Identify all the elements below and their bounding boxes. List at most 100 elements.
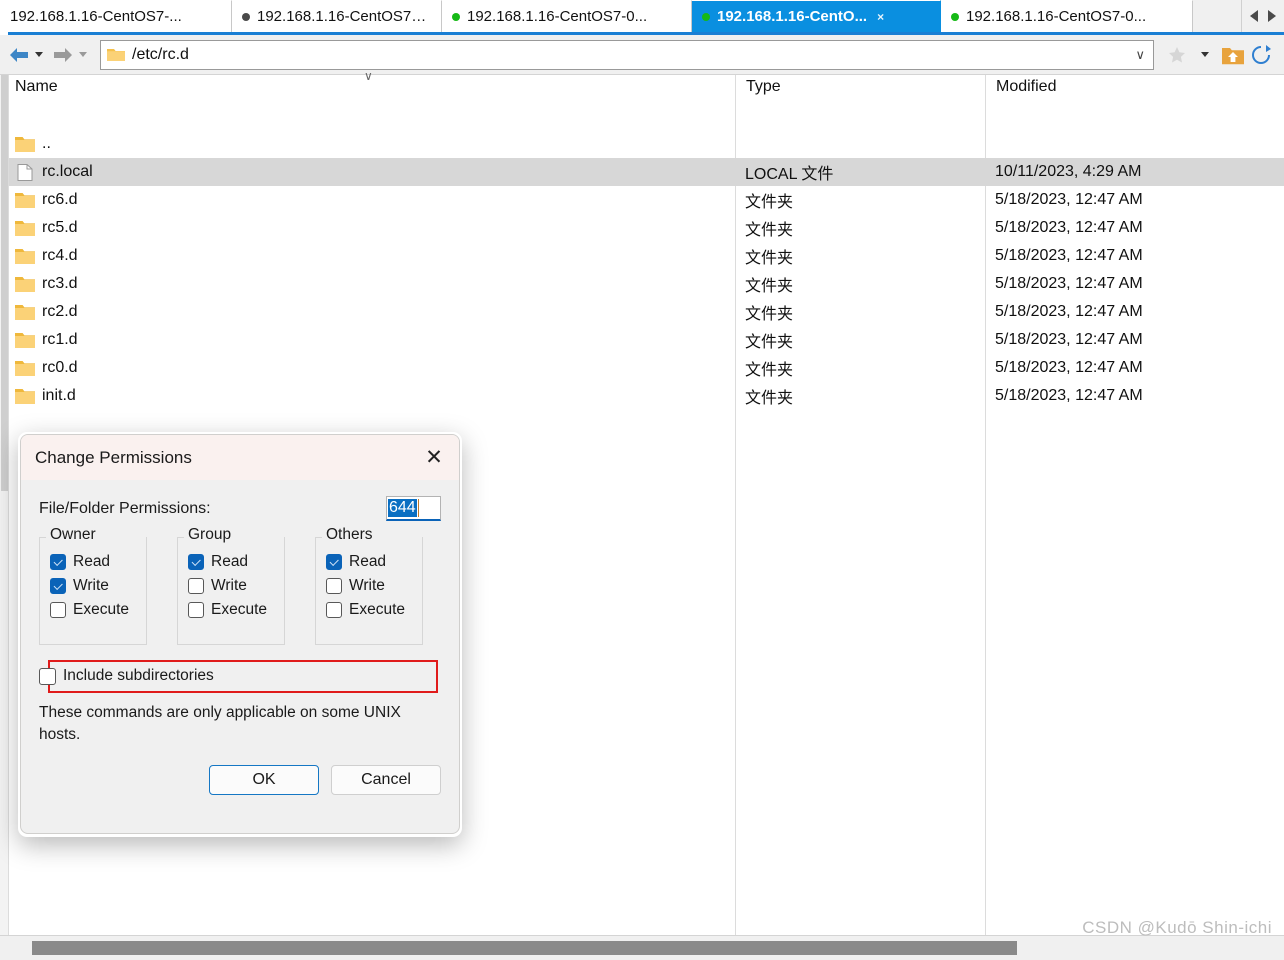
cell-modified: 5/18/2023, 12:47 AM <box>995 359 1143 376</box>
triangle-right-icon[interactable] <box>1268 10 1276 22</box>
cell-modified: 5/18/2023, 12:47 AM <box>995 303 1143 320</box>
status-dot-icon <box>702 12 710 21</box>
back-arrow-icon <box>10 47 28 62</box>
cell-name: rc.local <box>9 163 735 181</box>
vertical-scrollbar[interactable] <box>0 75 9 935</box>
checkbox-group-execute[interactable]: Execute <box>188 601 284 619</box>
cell-name: rc3.d <box>9 275 735 293</box>
dialog-buttons: OK Cancel <box>39 765 441 796</box>
table-row[interactable]: rc0.d 文件夹 5/18/2023, 12:47 AM <box>9 354 1284 382</box>
dialog-body: File/Folder Permissions: 644 Owner Read <box>21 480 459 796</box>
file-name: rc4.d <box>42 247 78 264</box>
cell-name: rc1.d <box>9 331 735 349</box>
checkbox-others-read[interactable]: Read <box>326 553 422 571</box>
checkbox-owner-read[interactable]: Read <box>50 553 146 571</box>
checkbox-group-read[interactable]: Read <box>188 553 284 571</box>
forward-history-caret-icon[interactable] <box>79 52 87 57</box>
close-icon[interactable]: ✕ <box>421 445 447 471</box>
checkbox-icon[interactable] <box>326 554 342 570</box>
horizontal-scrollbar-thumb[interactable] <box>32 941 1017 955</box>
checkbox-label: Read <box>73 553 111 570</box>
cell-type: 文件夹 <box>745 390 794 407</box>
checkbox-label: Write <box>73 577 109 594</box>
checkbox-label: Read <box>349 553 387 570</box>
checkbox-icon[interactable] <box>326 578 342 594</box>
close-icon[interactable]: × <box>877 11 884 23</box>
tab-session-5[interactable]: 192.168.1.16-CentOS7-0... <box>941 0 1193 32</box>
folder-icon <box>15 360 35 376</box>
cell-type: 文件夹 <box>745 194 794 211</box>
permissions-label: File/Folder Permissions: <box>39 499 211 517</box>
cell-type: 文件夹 <box>745 222 794 239</box>
tab-session-4-active[interactable]: 192.168.1.16-CentO... × <box>692 0 941 32</box>
chevron-down-icon[interactable]: ∨ <box>1135 47 1145 63</box>
table-row[interactable]: .. <box>9 130 1284 158</box>
checkbox-label: Execute <box>349 601 406 618</box>
checkbox-icon[interactable] <box>188 554 204 570</box>
checkbox-group-write[interactable]: Write <box>188 577 284 595</box>
triangle-left-icon[interactable] <box>1250 10 1258 22</box>
tab-session-3[interactable]: 192.168.1.16-CentOS7-0... <box>442 0 692 32</box>
permissions-input[interactable]: 644 <box>386 496 441 521</box>
checkbox-icon[interactable] <box>50 578 66 594</box>
column-header-type[interactable]: Type <box>735 75 985 103</box>
cell-name: rc4.d <box>9 247 735 265</box>
forward-button[interactable] <box>50 46 76 64</box>
checkbox-icon[interactable] <box>188 578 204 594</box>
table-row[interactable]: rc5.d 文件夹 5/18/2023, 12:47 AM <box>9 214 1284 242</box>
back-button[interactable] <box>0 46 32 64</box>
table-row[interactable]: rc1.d 文件夹 5/18/2023, 12:47 AM <box>9 326 1284 354</box>
checkbox-include-subdirectories[interactable]: Include subdirectories <box>39 667 441 685</box>
file-name: init.d <box>42 387 76 404</box>
file-name: rc1.d <box>42 331 78 348</box>
table-row[interactable]: rc3.d 文件夹 5/18/2023, 12:47 AM <box>9 270 1284 298</box>
table-row[interactable]: rc.local LOCAL 文件 10/11/2023, 4:29 AM <box>9 158 1284 186</box>
folder-icon <box>107 48 125 61</box>
watermark: CSDN @Kudō Shin-ichi <box>1082 918 1272 937</box>
ok-button[interactable]: OK <box>209 765 319 796</box>
horizontal-scrollbar[interactable] <box>0 935 1284 960</box>
file-name: rc5.d <box>42 219 78 236</box>
checkbox-icon[interactable] <box>326 602 342 618</box>
permissions-value: 644 <box>388 499 417 517</box>
folder-icon <box>15 136 35 152</box>
checkbox-icon[interactable] <box>188 602 204 618</box>
checkbox-others-write[interactable]: Write <box>326 577 422 595</box>
table-row[interactable]: rc2.d 文件夹 5/18/2023, 12:47 AM <box>9 298 1284 326</box>
group-legend-others: Others <box>322 526 377 544</box>
navigation-toolbar: /etc/rc.d ∨ <box>0 35 1284 75</box>
file-name: rc3.d <box>42 275 78 292</box>
file-name: rc0.d <box>42 359 78 376</box>
checkbox-icon[interactable] <box>39 667 56 685</box>
checkbox-label: Include subdirectories <box>63 667 214 684</box>
table-row[interactable]: init.d 文件夹 5/18/2023, 12:47 AM <box>9 382 1284 410</box>
column-header-modified[interactable]: Modified <box>985 75 1284 103</box>
tab-session-2[interactable]: 192.168.1.16-CentOS7-0... <box>232 0 442 32</box>
back-history-caret-icon[interactable] <box>35 52 43 57</box>
status-dot-icon <box>242 12 250 21</box>
vertical-scrollbar-thumb[interactable] <box>1 75 8 491</box>
table-row[interactable]: rc4.d 文件夹 5/18/2023, 12:47 AM <box>9 242 1284 270</box>
checkbox-others-execute[interactable]: Execute <box>326 601 422 619</box>
group-legend-group: Group <box>184 526 236 544</box>
star-dropdown-caret-icon[interactable] <box>1192 42 1218 68</box>
home-folder-icon[interactable] <box>1220 42 1246 68</box>
sort-indicator-icon[interactable]: ∨ <box>364 69 373 83</box>
checkbox-owner-write[interactable]: Write <box>50 577 146 595</box>
cell-modified: 10/11/2023, 4:29 AM <box>995 163 1142 180</box>
folder-icon <box>15 192 35 208</box>
refresh-icon[interactable] <box>1248 42 1274 68</box>
tab-session-1[interactable]: 192.168.1.16-CentOS7-... <box>0 0 232 32</box>
table-row[interactable]: rc6.d 文件夹 5/18/2023, 12:47 AM <box>9 186 1284 214</box>
file-name: rc.local <box>42 163 93 180</box>
tab-label: 192.168.1.16-CentOS7-0... <box>257 8 431 25</box>
cancel-button[interactable]: Cancel <box>331 765 441 796</box>
checkbox-icon[interactable] <box>50 602 66 618</box>
star-icon[interactable] <box>1164 42 1190 68</box>
checkbox-icon[interactable] <box>50 554 66 570</box>
path-input[interactable]: /etc/rc.d ∨ <box>100 39 1154 70</box>
column-header-row: Name Type Modified <box>9 75 1284 103</box>
checkbox-owner-execute[interactable]: Execute <box>50 601 146 619</box>
cell-modified: 5/18/2023, 12:47 AM <box>995 191 1143 208</box>
file-name: rc2.d <box>42 303 78 320</box>
